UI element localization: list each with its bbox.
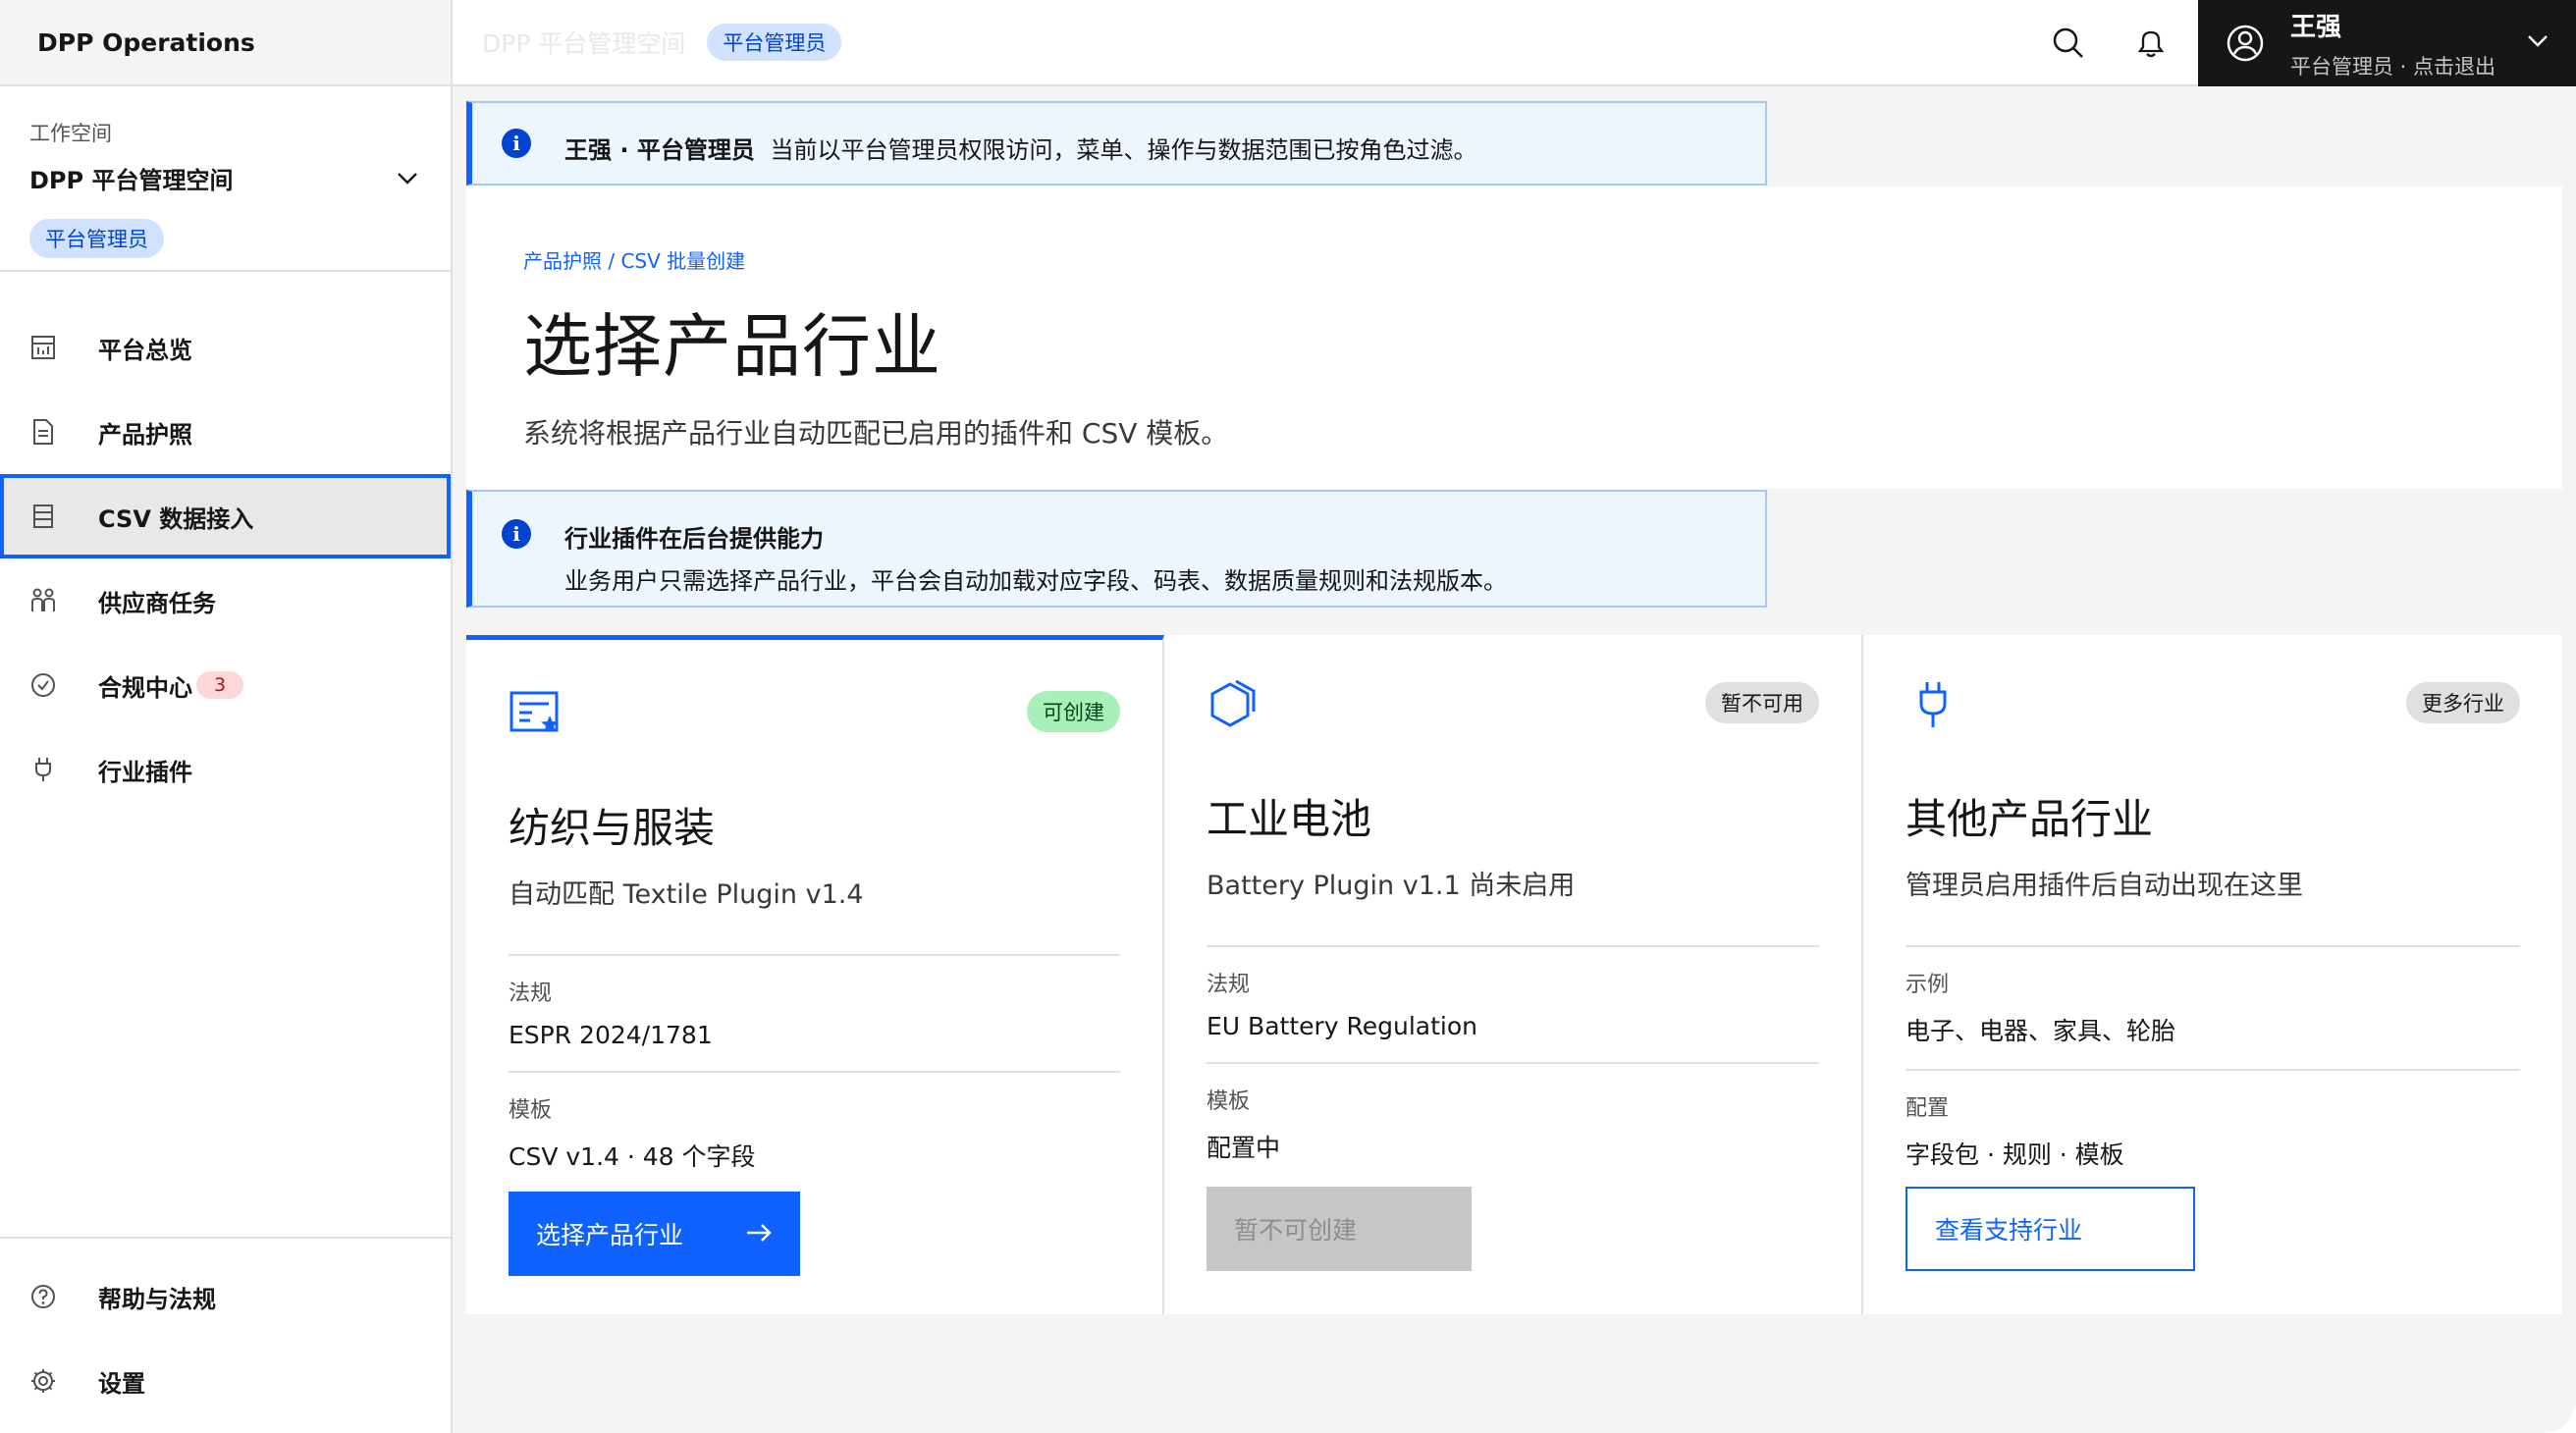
card-subtitle: 自动匹配 Textile Plugin v1.4 — [509, 879, 864, 910]
page-title: 选择产品行业 — [523, 306, 941, 387]
workspace-label: 工作空间 — [29, 122, 112, 145]
card-field-template: 模板 配置中 — [1207, 1062, 1819, 1164]
sidebar-item-csv-import[interactable]: CSV 数据接入 — [0, 474, 451, 558]
sidebar-item-label: 平台总览 — [98, 336, 192, 364]
card-title: 工业电池 — [1207, 795, 1372, 843]
sidebar-item-label: CSV 数据接入 — [98, 504, 254, 533]
sidebar-item-overview[interactable]: 平台总览 — [0, 305, 451, 390]
role-notice: i 王强 · 平台管理员 当前以平台管理员权限访问，菜单、操作与数据范围已按角色… — [466, 101, 1767, 186]
sidebar-item-label: 合规中心 — [98, 673, 192, 702]
sidebar-nav: 平台总览 产品护照 CSV 数据接入 供应商任务 合规中心 3 行业插件 — [0, 272, 451, 812]
plugin-notice: i 行业插件在后台提供能力 业务用户只需选择产品行业，平台会自动加载对应字段、码… — [466, 490, 1767, 608]
plugin-notice-text: 业务用户只需选择产品行业，平台会自动加载对应字段、码表、数据质量规则和法规版本。 — [564, 567, 1507, 595]
people-icon — [29, 587, 57, 614]
industry-cards: 可创建 纺织与服装 自动匹配 Textile Plugin v1.4 法规 ES… — [466, 635, 2562, 1314]
button-label: 选择产品行业 — [536, 1221, 684, 1249]
page-header: 产品护照 / CSV 批量创建 选择产品行业 系统将根据产品行业自动匹配已启用的… — [466, 186, 2562, 489]
sidebar-item-label: 产品护照 — [98, 420, 192, 449]
field-label: 法规 — [1207, 973, 1251, 997]
field-value: 电子、电器、家具、轮胎 — [1905, 1017, 2176, 1045]
sidebar-item-label: 帮助与法规 — [98, 1285, 216, 1313]
card-subtitle: Battery Plugin v1.1 尚未启用 — [1207, 871, 1576, 901]
card-title: 纺织与服装 — [509, 804, 716, 852]
industry-card-battery[interactable]: 暂不可用 工业电池 Battery Plugin v1.1 尚未启用 法规 EU… — [1164, 635, 1863, 1314]
card-field-regulation: 法规 ESPR 2024/1781 — [509, 954, 1120, 1049]
notice-user-role: 王强 · 平台管理员 — [564, 136, 755, 164]
arrow-right-icon — [745, 1220, 773, 1248]
card-title: 其他产品行业 — [1905, 795, 2154, 843]
button-label: 查看支持行业 — [1935, 1216, 2083, 1245]
gear-icon — [29, 1367, 57, 1395]
help-icon — [29, 1283, 57, 1310]
sidebar-item-label: 设置 — [98, 1369, 145, 1398]
card-field-template: 模板 CSV v1.4 · 48 个字段 — [509, 1071, 1120, 1173]
field-label: 法规 — [509, 982, 553, 1006]
field-label: 配置 — [1905, 1096, 1950, 1121]
info-icon: i — [502, 519, 531, 549]
sidebar-item-settings[interactable]: 设置 — [0, 1339, 451, 1423]
sidebar-item-passports[interactable]: 产品护照 — [0, 390, 451, 474]
chevron-down-icon[interactable] — [2527, 33, 2549, 52]
select-industry-button[interactable]: 选择产品行业 — [509, 1192, 800, 1276]
field-value: CSV v1.4 · 48 个字段 — [509, 1142, 756, 1171]
sidebar-item-industry-plugins[interactable]: 行业插件 — [0, 727, 451, 812]
industry-card-other[interactable]: 更多行业 其他产品行业 管理员启用插件后自动出现在这里 示例 电子、电器、家具、… — [1863, 635, 2562, 1314]
user-name: 王强 — [2290, 12, 2342, 42]
data-table-icon — [29, 503, 57, 530]
info-icon: i — [502, 129, 531, 158]
header-role-tag: 平台管理员 — [707, 24, 842, 61]
plug-icon — [29, 756, 57, 783]
compliance-count-badge: 3 — [196, 671, 244, 699]
dashboard-icon — [29, 334, 57, 361]
workspace-name: DPP 平台管理空间 — [29, 167, 234, 194]
certificate-icon — [509, 687, 564, 742]
sidebar-item-compliance[interactable]: 合规中心 3 — [0, 643, 451, 727]
field-value: ESPR 2024/1781 — [509, 1021, 713, 1049]
status-badge: 更多行业 — [2406, 682, 2520, 723]
status-badge: 可创建 — [1027, 691, 1120, 732]
page-description: 系统将根据产品行业自动匹配已启用的插件和 CSV 模板。 — [523, 417, 1229, 450]
user-role-logout[interactable]: 平台管理员 · 点击退出 — [2290, 51, 2496, 80]
field-label: 模板 — [509, 1098, 553, 1123]
user-menu[interactable]: 王强 平台管理员 · 点击退出 — [2198, 0, 2576, 86]
notice-role-text: 当前以平台管理员权限访问，菜单、操作与数据范围已按角色过滤。 — [770, 136, 1477, 164]
header-workspace-title: DPP 平台管理空间 — [482, 29, 686, 58]
sidebar-item-label: 供应商任务 — [98, 589, 216, 617]
workspace-switcher[interactable]: 工作空间 DPP 平台管理空间 平台管理员 — [0, 86, 451, 272]
workspace-role-tag: 平台管理员 — [29, 219, 164, 258]
card-field-configuration: 配置 字段包 · 规则 · 模板 — [1905, 1069, 2520, 1171]
sidebar-item-supplier-tasks[interactable]: 供应商任务 — [0, 558, 451, 643]
breadcrumb[interactable]: 产品护照 / CSV 批量创建 — [523, 245, 2505, 274]
plugin-notice-title: 行业插件在后台提供能力 — [564, 525, 824, 553]
notification-bell-icon[interactable] — [2129, 22, 2173, 65]
create-disabled-button: 暂不可创建 — [1207, 1187, 1472, 1271]
document-icon — [29, 418, 57, 446]
top-header: DPP 平台管理空间 平台管理员 王强 平台管理员 · 点击退出 — [453, 0, 2576, 86]
field-label: 模板 — [1207, 1089, 1251, 1114]
field-label: 示例 — [1905, 973, 1950, 997]
brand-name: DPP Operations — [0, 0, 451, 86]
user-avatar-icon — [2226, 24, 2265, 63]
search-icon[interactable] — [2047, 22, 2090, 65]
sidebar-item-label: 行业插件 — [98, 758, 192, 786]
button-label: 暂不可创建 — [1234, 1216, 1358, 1245]
sidebar-footer: 帮助与法规 设置 — [0, 1237, 451, 1433]
field-value: 配置中 — [1207, 1134, 1281, 1162]
field-value: 字段包 · 规则 · 模板 — [1905, 1141, 2124, 1169]
sidebar: DPP Operations 工作空间 DPP 平台管理空间 平台管理员 平台总… — [0, 0, 453, 1433]
view-supported-industries-button[interactable]: 查看支持行业 — [1905, 1187, 2195, 1271]
field-value: EU Battery Regulation — [1207, 1012, 1478, 1040]
sidebar-item-help[interactable]: 帮助与法规 — [0, 1254, 451, 1339]
status-badge: 暂不可用 — [1705, 682, 1819, 723]
card-subtitle: 管理员启用插件后自动出现在这里 — [1905, 871, 2303, 901]
industry-card-textile[interactable]: 可创建 纺织与服装 自动匹配 Textile Plugin v1.4 法规 ES… — [466, 635, 1164, 1314]
card-field-regulation: 法规 EU Battery Regulation — [1207, 945, 1819, 1040]
checkmark-circle-icon — [29, 671, 57, 699]
chevron-down-icon[interactable] — [394, 165, 421, 192]
plug-icon — [1905, 678, 1960, 733]
card-field-examples: 示例 电子、电器、家具、轮胎 — [1905, 945, 2520, 1047]
app-frame: DPP Operations 工作空间 DPP 平台管理空间 平台管理员 平台总… — [0, 0, 2576, 1433]
hexagon-cube-icon — [1207, 678, 1261, 733]
